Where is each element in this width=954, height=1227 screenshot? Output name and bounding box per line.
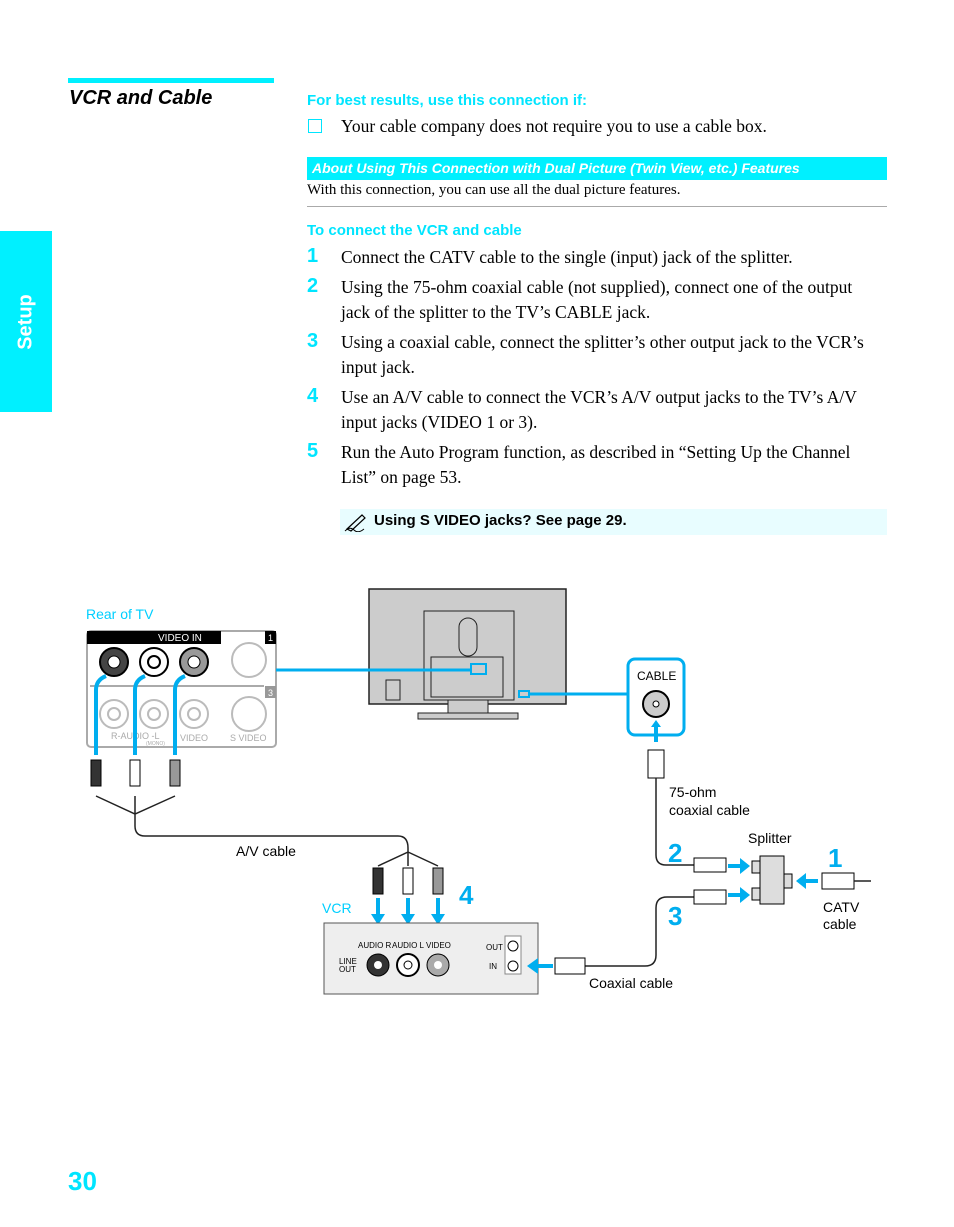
coax75-label-2: coaxial cable — [669, 802, 750, 818]
coaxial-cable-label: Coaxial cable — [589, 975, 673, 991]
step-text: Connect the CATV cable to the single (in… — [341, 247, 793, 267]
step-number: 2 — [307, 275, 319, 297]
video-in-label: VIDEO IN — [158, 633, 202, 644]
line-out-label-2: OUT — [339, 965, 356, 974]
side-tab-setup: Setup — [0, 231, 52, 412]
av-cable — [90, 759, 444, 895]
step-number: 5 — [307, 440, 319, 462]
step-4-marker: 4 — [459, 880, 474, 910]
manual-page: VCR and Cable Setup For best results, us… — [0, 0, 954, 1227]
pencil-note-icon — [344, 514, 366, 532]
step-text: Using the 75-ohm coaxial cable (not supp… — [341, 277, 853, 322]
catv-label-1: CATV — [823, 899, 860, 915]
step-2-marker: 2 — [668, 838, 682, 868]
s-video-label: S VIDEO — [230, 733, 267, 743]
vcr-label: VCR — [322, 900, 352, 916]
cable-jack-label: CABLE — [637, 669, 676, 683]
coax75-label-1: 75-ohm — [669, 784, 716, 800]
vcr-arrows — [371, 898, 445, 925]
note-bar: Using S VIDEO jacks? See page 29. — [340, 509, 887, 535]
note-text: Using S VIDEO jacks? See page 29. — [374, 512, 627, 529]
vcr-video-label: VIDEO — [426, 941, 451, 950]
step-number: 1 — [307, 245, 319, 267]
step-number: 4 — [307, 385, 319, 407]
tv-rear-illustration — [368, 588, 567, 720]
step-1-marker: 1 — [828, 843, 842, 873]
input-3-label: 3 — [268, 688, 273, 698]
step-number: 3 — [307, 330, 319, 352]
step-text: Using a coaxial cable, connect the split… — [341, 332, 864, 377]
connect-heading: To connect the VCR and cable — [307, 222, 522, 239]
cable-jack-callout: CABLE — [626, 657, 686, 742]
tv-input-panel: VIDEO IN 1 3 R-AUDIO -L (MONO) VIDEO S V… — [86, 630, 277, 748]
input-1-label: 1 — [268, 633, 273, 643]
section-rule — [68, 78, 274, 83]
mono-label: (MONO) — [146, 741, 165, 747]
side-tab-label: Setup — [14, 293, 37, 350]
checkbox-icon — [308, 119, 322, 133]
divider — [307, 206, 887, 207]
catv-label-2: cable — [823, 916, 857, 932]
vcr-out-label: OUT — [486, 943, 503, 952]
rear-of-tv-label: Rear of TV — [86, 606, 154, 622]
step-3-marker: 3 — [668, 901, 682, 931]
vcr-in-label: IN — [489, 962, 497, 971]
section-title: VCR and Cable — [69, 87, 213, 109]
about-text: With this connection, you can use all th… — [307, 182, 681, 198]
page-number: 30 — [68, 1166, 97, 1196]
best-results-heading: For best results, use this connection if… — [307, 92, 588, 109]
connection-diagram: Rear of TV VIDEO IN 1 3 R-AUDIO -L (MONO… — [86, 588, 871, 995]
about-heading: About Using This Connection with Dual Pi… — [312, 160, 800, 176]
best-results-item: Your cable company does not require you … — [341, 116, 767, 136]
video-label: VIDEO — [180, 733, 208, 743]
audio-l-label: AUDIO L — [392, 941, 425, 950]
av-cable-label: A/V cable — [236, 843, 296, 859]
step-text: Run the Auto Program function, as descri… — [341, 442, 851, 487]
about-heading-bar: About Using This Connection with Dual Pi… — [307, 157, 887, 180]
vcr-panel: AUDIO R AUDIO L VIDEO LINE OUT OUT IN — [323, 922, 539, 995]
step-text: Use an A/V cable to connect the VCR’s A/… — [341, 387, 857, 432]
audio-r-label: AUDIO R — [358, 941, 392, 950]
splitter-label: Splitter — [748, 830, 792, 846]
